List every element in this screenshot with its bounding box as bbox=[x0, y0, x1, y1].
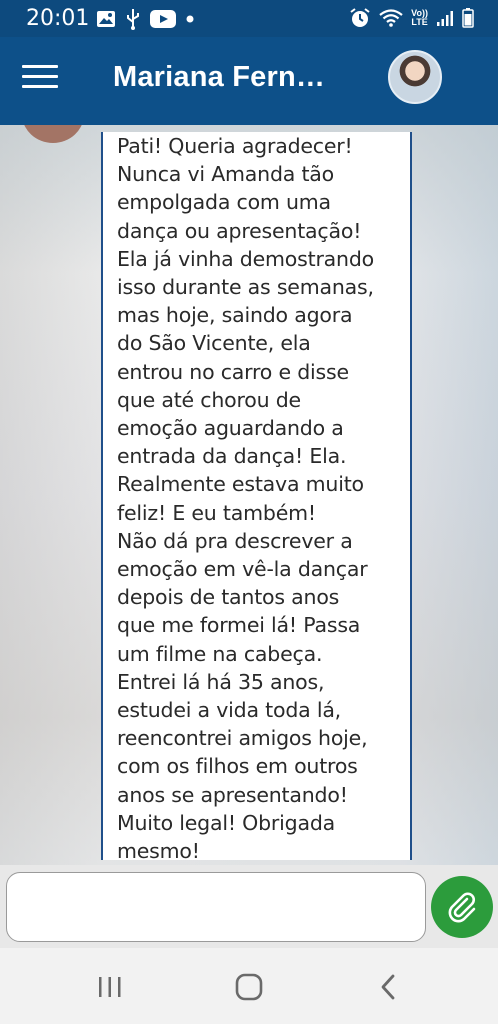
paperclip-icon bbox=[445, 890, 479, 924]
lte-indicator: Vo)) LTE bbox=[411, 9, 428, 27]
message-composer bbox=[0, 865, 498, 948]
message-input[interactable] bbox=[6, 872, 426, 942]
system-nav-bar bbox=[0, 948, 498, 1024]
contact-avatar[interactable] bbox=[388, 50, 442, 104]
contact-name[interactable]: Mariana Fern… bbox=[113, 61, 325, 94]
alarm-icon bbox=[349, 7, 371, 29]
sender-avatar[interactable] bbox=[22, 125, 84, 143]
notification-icons bbox=[96, 8, 194, 30]
hamburger-menu-icon[interactable] bbox=[22, 65, 58, 95]
wifi-icon bbox=[379, 8, 403, 28]
home-icon[interactable] bbox=[229, 972, 269, 1002]
lte-label: LTE bbox=[411, 17, 428, 27]
message-text: Pati! Queria agradecer! Nunca vi Amanda … bbox=[117, 134, 374, 860]
dot-icon bbox=[186, 15, 194, 23]
status-bar: 20:01 Vo)) LTE bbox=[0, 0, 498, 37]
status-time: 20:01 bbox=[26, 6, 90, 31]
attach-button[interactable] bbox=[431, 876, 493, 938]
back-icon[interactable] bbox=[368, 972, 408, 1002]
chat-area[interactable]: Pati! Queria agradecer! Nunca vi Amanda … bbox=[0, 125, 498, 865]
system-icons: Vo)) LTE bbox=[349, 6, 474, 30]
message-bubble[interactable]: Pati! Queria agradecer! Nunca vi Amanda … bbox=[101, 132, 412, 860]
battery-icon bbox=[462, 8, 474, 28]
youtube-icon bbox=[150, 10, 176, 28]
image-icon bbox=[96, 10, 116, 28]
chat-header: Mariana Fern… bbox=[0, 37, 498, 125]
usb-icon bbox=[126, 8, 140, 30]
signal-icon bbox=[436, 9, 454, 27]
recent-apps-icon[interactable] bbox=[90, 972, 130, 1002]
